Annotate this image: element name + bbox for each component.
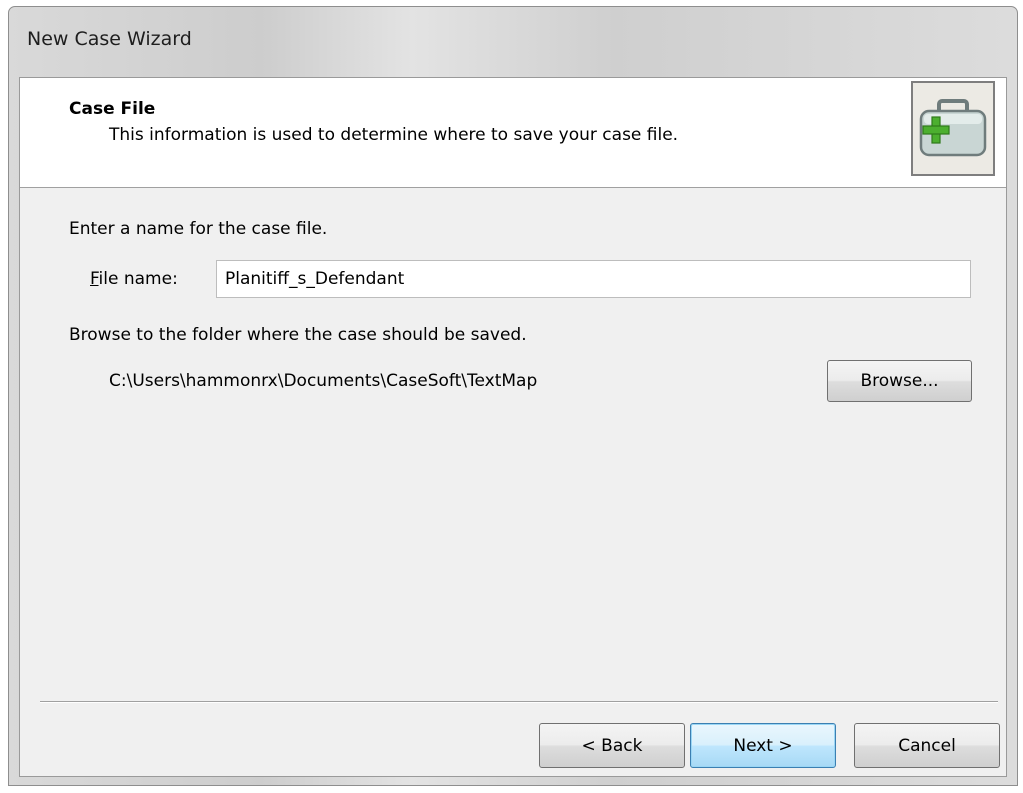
wizard-header: Case File This information is used to de… — [20, 78, 1006, 188]
browse-button[interactable]: Browse... — [827, 360, 972, 402]
file-name-label-text: ile name: — [98, 269, 178, 289]
folder-prompt: Browse to the folder where the case shou… — [69, 325, 527, 345]
title-bar[interactable]: New Case Wizard — [9, 7, 1017, 77]
medical-case-icon — [911, 81, 995, 176]
file-name-label: File name: — [90, 269, 178, 289]
page-title: Case File — [69, 99, 156, 119]
wizard-window: New Case Wizard Case File This informati… — [8, 6, 1018, 786]
footer-separator — [40, 701, 998, 703]
folder-path: C:\Users\hammonrx\Documents\CaseSoft\Tex… — [109, 371, 538, 391]
file-name-accelerator: F — [90, 269, 99, 289]
cancel-button[interactable]: Cancel — [854, 723, 1000, 768]
page-subtitle: This information is used to determine wh… — [109, 125, 679, 145]
window-title: New Case Wizard — [27, 28, 192, 50]
back-button[interactable]: < Back — [539, 723, 685, 768]
file-name-input[interactable] — [216, 260, 971, 298]
wizard-client-area: Case File This information is used to de… — [19, 77, 1007, 777]
name-prompt: Enter a name for the case file. — [69, 219, 328, 239]
next-button[interactable]: Next > — [690, 723, 836, 768]
